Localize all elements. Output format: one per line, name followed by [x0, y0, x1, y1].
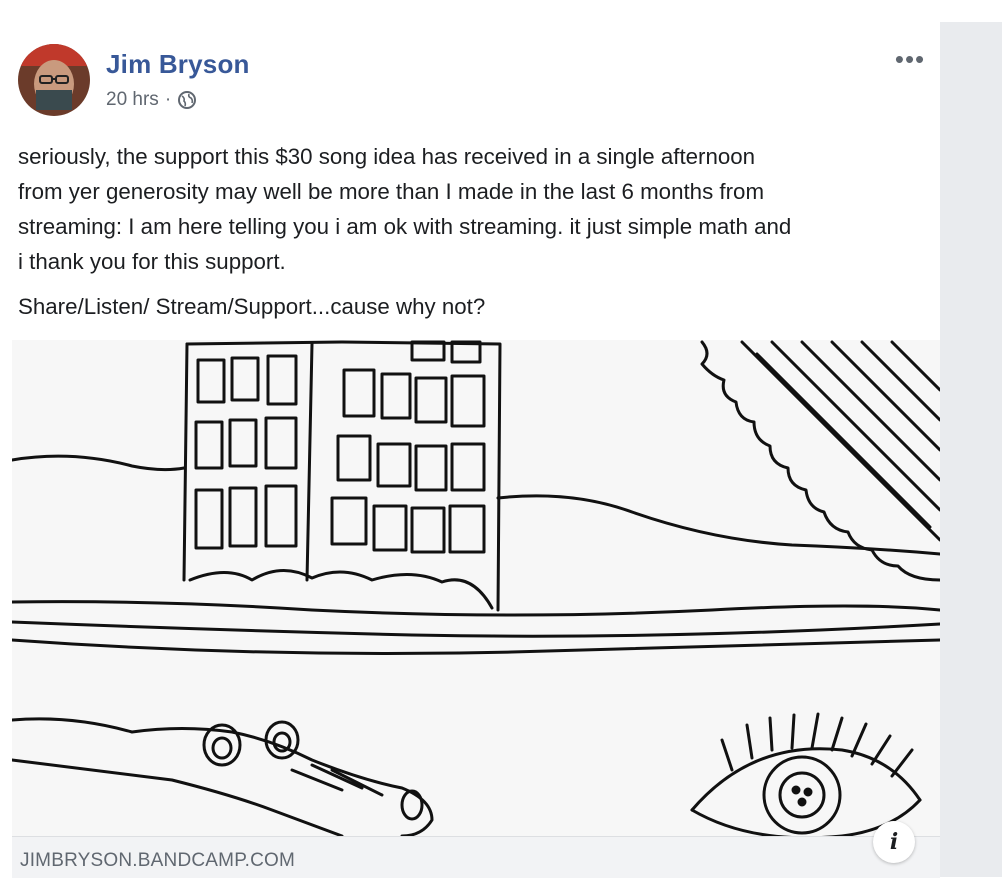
link-preview-caption[interactable]: JIMBRYSON.BANDCAMP.COM	[12, 836, 940, 878]
timestamp[interactable]: 20 hrs	[106, 89, 159, 111]
line-drawing-illustration	[12, 340, 940, 836]
post-meta: 20 hrs ·	[106, 89, 197, 111]
post-text-line: i thank you for this support.	[18, 249, 286, 274]
link-preview-image[interactable]	[12, 340, 940, 836]
author-name[interactable]: Jim Bryson	[106, 49, 250, 80]
info-icon[interactable]: i	[873, 821, 915, 863]
globe-icon[interactable]	[177, 90, 197, 110]
link-domain[interactable]: JIMBRYSON.BANDCAMP.COM	[20, 850, 295, 872]
right-rail	[940, 22, 1002, 877]
info-icon-glyph: i	[889, 829, 899, 855]
feed-post: Jim Bryson 20 hrs · ••• seriously, the s…	[0, 0, 940, 878]
post-text-line: from yer generosity may well be more tha…	[18, 179, 765, 204]
post-body: seriously, the support this $30 song ide…	[18, 139, 928, 324]
meta-separator: ·	[164, 89, 172, 110]
more-options-button[interactable]: •••	[890, 44, 930, 74]
post-text-line: seriously, the support this $30 song ide…	[18, 144, 756, 169]
post-text-line: streaming: I am here telling you i am ok…	[18, 214, 792, 239]
more-options-icon: •••	[894, 44, 926, 74]
avatar[interactable]	[18, 44, 90, 116]
post-text-share-line: Share/Listen/ Stream/Support...cause why…	[18, 294, 486, 319]
